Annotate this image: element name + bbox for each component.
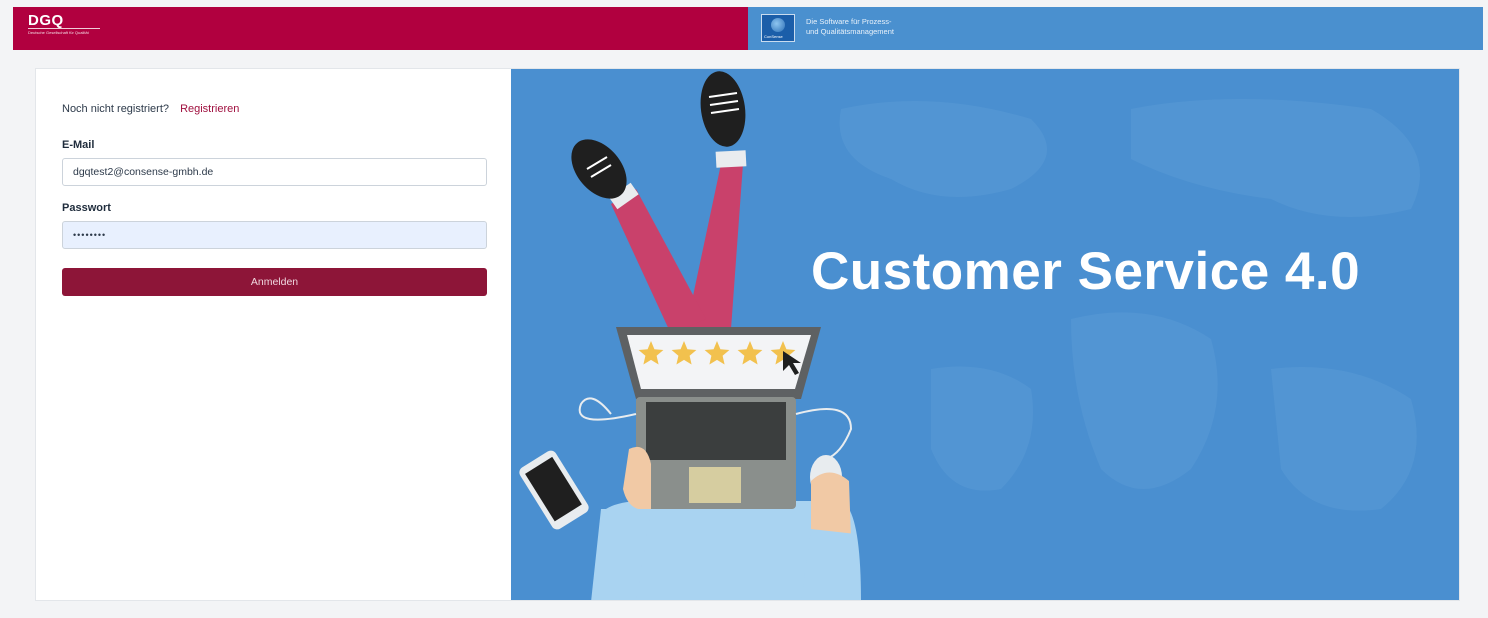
registration-prompt: Noch nicht registriert? Registrieren (62, 103, 239, 115)
consense-brand-bar: ConSense Die Software für Prozess- und Q… (748, 7, 1483, 50)
password-label: Passwort (62, 202, 111, 214)
world-map-background (839, 99, 1420, 511)
globe-icon (771, 18, 785, 32)
customer-service-illustration (519, 71, 1420, 600)
login-form: Noch nicht registriert? Registrieren E-M… (36, 69, 511, 600)
password-field[interactable]: •••••••• (62, 221, 487, 249)
hand-left (623, 446, 651, 510)
cable-right (795, 408, 853, 460)
register-link[interactable]: Registrieren (180, 103, 239, 115)
consense-logo-label: ConSense (764, 34, 783, 39)
tagline: Die Software für Prozess- und Qualitätsm… (806, 17, 894, 37)
dgq-logo-subtext: Deutsche Gesellschaft für Qualität (28, 30, 89, 35)
cable-left (578, 397, 637, 421)
laptop-keyboard (646, 402, 786, 460)
leg-left (611, 189, 706, 334)
hero-banner: Customer Service 4.0 (511, 69, 1459, 600)
login-button[interactable]: Anmelden (62, 268, 487, 296)
shoe-right (700, 71, 746, 147)
tagline-line-2: und Qualitätsmanagement (806, 27, 894, 36)
login-card: Noch nicht registriert? Registrieren E-M… (35, 68, 1460, 601)
dgq-brand-bar: DGQ Deutsche Gesellschaft für Qualität (13, 7, 748, 50)
dgq-logo[interactable]: DGQ (28, 12, 64, 29)
not-registered-text: Noch nicht registriert? (62, 103, 169, 115)
tagline-line-1: Die Software für Prozess- (806, 17, 892, 26)
email-field[interactable]: dgqtest2@consense-gmbh.de (62, 158, 487, 186)
email-label: E-Mail (62, 139, 95, 151)
dgq-logo-underline (28, 28, 100, 29)
consense-logo: ConSense (761, 14, 795, 42)
sock-right (715, 150, 747, 168)
hero-title: Customer Service 4.0 (811, 242, 1361, 301)
top-header: DGQ Deutsche Gesellschaft für Qualität C… (13, 7, 1483, 50)
laptop-touchpad (689, 467, 741, 503)
